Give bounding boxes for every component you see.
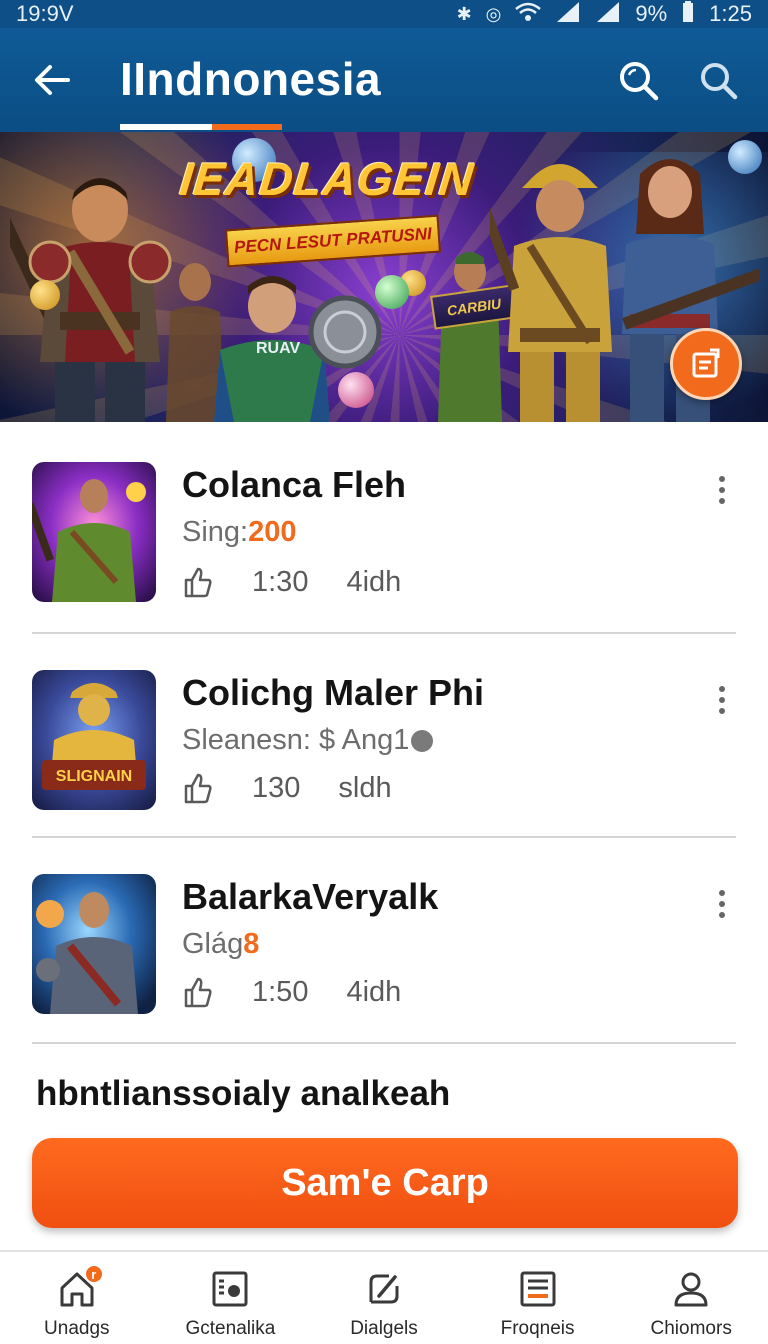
game-subtitle: Glág8 — [182, 928, 259, 961]
bubble-icon — [728, 140, 762, 174]
status-right: ✱ ◎ 9% 1:25 — [456, 0, 752, 28]
more-vert-icon — [719, 686, 725, 692]
game-duration: 130 — [252, 771, 301, 804]
battery-icon — [681, 0, 695, 28]
game-age: sldh — [338, 771, 392, 804]
more-options-button[interactable] — [706, 470, 738, 510]
coin-icon — [30, 280, 60, 310]
game-duration: 1:50 — [252, 975, 309, 1008]
game-title: Colichg Maler Phi — [182, 672, 485, 713]
nav-item-profile[interactable]: Chiomors — [614, 1252, 768, 1344]
list-icon — [520, 1271, 556, 1307]
search-button-secondary[interactable] — [694, 56, 742, 104]
game-subtitle-value: 8 — [243, 928, 260, 960]
nav-label: Dialgels — [350, 1318, 418, 1339]
nav-label: Gctenalika — [185, 1318, 276, 1339]
more-vert-icon — [719, 476, 725, 482]
like-button[interactable] — [182, 565, 214, 599]
game-age: 4idh — [346, 975, 402, 1008]
game-meta: 1:30 4idh — [182, 564, 401, 600]
back-button[interactable] — [26, 54, 78, 106]
banner-title: IEADLAGEIN — [177, 153, 477, 205]
search-icon — [620, 62, 659, 101]
document-icon — [692, 348, 720, 378]
game-subtitle-prefix: Glág — [182, 928, 244, 960]
list-item[interactable]: SLIGNAIN Colichg Maler Phi Sleanesn: $ A… — [0, 650, 768, 850]
divider — [32, 836, 736, 838]
bubble-icon — [375, 275, 409, 309]
like-button[interactable] — [182, 771, 214, 805]
svg-text:SLIGNAIN: SLIGNAIN — [56, 768, 132, 785]
thumbs-up-icon — [184, 567, 212, 598]
bubble-icon — [338, 372, 374, 408]
hotspot-icon: ◎ — [485, 3, 502, 24]
more-options-button[interactable] — [706, 680, 738, 720]
nav-label: Chiomors — [650, 1318, 732, 1339]
thumbs-up-icon — [184, 977, 212, 1008]
nav-label: Unadgs — [44, 1318, 110, 1339]
primary-cta-button[interactable]: Sam'e Carp — [32, 1138, 738, 1228]
divider — [32, 1042, 736, 1044]
thumbs-up-icon — [184, 773, 212, 804]
game-meta: 130 sldh — [182, 770, 392, 806]
more-options-button[interactable] — [706, 884, 738, 924]
nav-item-edit[interactable]: Dialgels — [307, 1252, 461, 1344]
wifi-icon — [515, 2, 542, 27]
page-title: IIndnonesia — [120, 53, 382, 105]
game-title: Colanca Fleh — [182, 464, 407, 505]
status-bar: 19:9V ✱ ◎ 9% 1:25 — [0, 0, 768, 28]
nav-item-home[interactable]: r Unadgs — [0, 1252, 154, 1344]
list-item[interactable]: BalarkaVeryalk Glág8 1:50 4idh — [0, 854, 768, 1054]
banner-jersey-text: RUAV — [256, 340, 301, 357]
game-subtitle-prefix: Sleanesn: $ Ang1 — [182, 724, 410, 756]
game-subtitle: Sleanesn: $ Ang1 — [182, 724, 434, 757]
signal-icon — [555, 1, 581, 27]
search-icon — [701, 63, 738, 100]
signal-icon — [595, 1, 621, 27]
bottom-navigation: r Unadgs Gctenalika Dialgels Froqneis Ch… — [0, 1250, 768, 1344]
game-thumbnail: SLIGNAIN — [32, 670, 156, 810]
game-thumbnail — [32, 874, 156, 1014]
nav-item-list[interactable]: Froqneis — [461, 1252, 615, 1344]
banner-action-button[interactable] — [670, 328, 742, 400]
game-subtitle-prefix: Sing: — [182, 516, 249, 548]
more-vert-icon — [719, 890, 725, 896]
section-heading: hbntlianssoialy analkeah — [36, 1074, 451, 1113]
profile-icon — [674, 1272, 708, 1307]
nav-label: Froqneis — [500, 1318, 575, 1339]
game-meta: 1:50 4idh — [182, 974, 401, 1010]
back-arrow-icon — [35, 65, 70, 95]
like-button[interactable] — [182, 975, 214, 1009]
edit-icon — [369, 1274, 399, 1304]
game-age: 4idh — [346, 565, 402, 598]
notification-badge: r — [83, 1264, 104, 1284]
status-left-text: 19:9V — [16, 1, 74, 26]
divider — [32, 632, 736, 634]
title-tab-indicator — [120, 124, 282, 130]
game-thumbnail — [32, 462, 156, 602]
game-subtitle-value: 200 — [248, 516, 297, 548]
battery-percent: 9% — [635, 1, 668, 26]
search-button[interactable] — [614, 56, 662, 104]
gallery-icon — [212, 1271, 248, 1307]
game-subtitle: Sing:200 — [182, 516, 297, 549]
app-bar: IIndnonesia — [0, 28, 768, 132]
bluetooth-icon: ✱ — [456, 3, 472, 24]
list-item[interactable]: Colanca Fleh Sing:200 1:30 4idh — [0, 442, 768, 642]
game-duration: 1:30 — [252, 565, 309, 598]
nav-item-gallery[interactable]: Gctenalika — [154, 1252, 308, 1344]
game-title: BalarkaVeryalk — [182, 876, 439, 917]
promo-banner[interactable]: RUAV CARBIU IEADLAGEIN PECN LESUT PRATUS… — [0, 132, 768, 422]
status-time: 1:25 — [709, 1, 752, 26]
globe-icon — [411, 730, 434, 753]
